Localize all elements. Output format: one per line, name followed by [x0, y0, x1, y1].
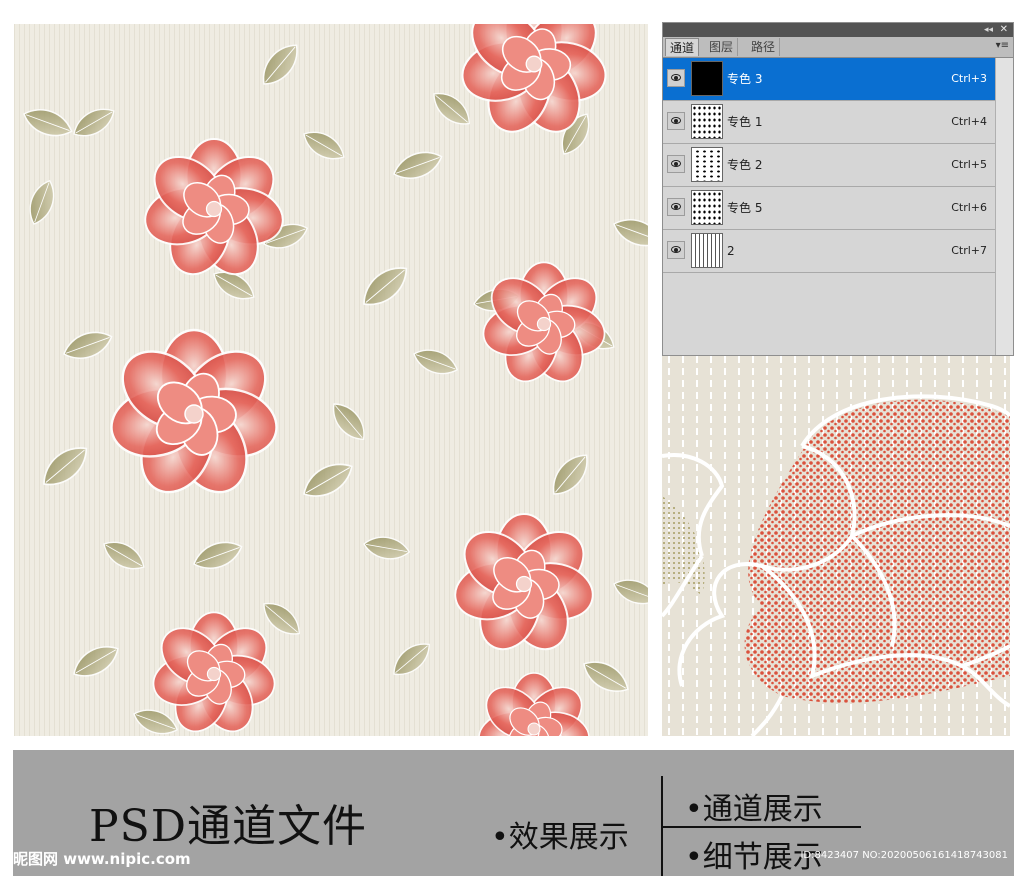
panel-tabs: 通道 图层 路径 ▾≡	[663, 37, 1013, 58]
channel-thumbnail	[691, 233, 723, 268]
floral-pattern-image	[14, 24, 648, 736]
pattern-preview	[14, 24, 648, 736]
channel-row[interactable]: 专色 1 Ctrl+4	[663, 101, 997, 144]
channel-thumbnail	[691, 104, 723, 139]
channel-name: 专色 3	[727, 72, 763, 86]
eye-icon[interactable]	[667, 198, 685, 216]
channel-label: •通道展示	[685, 792, 823, 827]
channel-row[interactable]: 专色 5 Ctrl+6	[663, 187, 997, 230]
effect-label: •效果展示	[491, 820, 629, 855]
channel-shortcut: Ctrl+7	[951, 244, 987, 257]
panel-titlebar: ◂◂ ✕	[663, 23, 1013, 37]
detail-zoom-view	[662, 356, 1010, 736]
channel-shortcut: Ctrl+5	[951, 158, 987, 171]
detail-zoom-image	[662, 356, 1010, 736]
channel-row[interactable]: 2 Ctrl+7	[663, 230, 997, 273]
watermark-id: ID:8423407 NO:20200506161418743081	[800, 850, 1008, 861]
eye-icon[interactable]	[667, 69, 685, 87]
channel-name: 专色 5	[727, 201, 763, 215]
eye-icon[interactable]	[667, 241, 685, 259]
channel-name: 2	[727, 244, 735, 258]
panel-menu-icon[interactable]: ▾≡	[996, 40, 1009, 51]
channel-thumbnail	[691, 61, 723, 96]
channel-name: 专色 1	[727, 115, 763, 129]
channel-name: 专色 2	[727, 158, 763, 172]
watermark-logo: 昵图网 www.nipic.com	[13, 850, 191, 868]
channel-shortcut: Ctrl+6	[951, 201, 987, 214]
tab-channels[interactable]: 通道	[665, 38, 700, 56]
channel-list: 专色 3 Ctrl+3 专色 1 Ctrl+4 专色 2 Ctrl+5 专色 5…	[663, 58, 997, 273]
eye-icon[interactable]	[667, 155, 685, 173]
channel-shortcut: Ctrl+4	[951, 115, 987, 128]
tab-layers[interactable]: 图层	[705, 38, 739, 56]
channels-panel[interactable]: ◂◂ ✕ 通道 图层 路径 ▾≡ 专色 3 Ctrl+3 专色 1 Ctrl+4…	[662, 22, 1014, 356]
channel-shortcut: Ctrl+3	[951, 72, 987, 85]
panel-scrollbar[interactable]	[995, 58, 1013, 355]
channel-row[interactable]: 专色 2 Ctrl+5	[663, 144, 997, 187]
collapse-icon[interactable]: ◂◂	[984, 23, 993, 37]
channel-thumbnail	[691, 190, 723, 225]
close-icon[interactable]: ✕	[1000, 23, 1008, 37]
channel-row[interactable]: 专色 3 Ctrl+3	[663, 58, 997, 101]
bottom-banner: PSD通道文件 •效果展示 •通道展示 •细节展示 昵图网 www.nipic.…	[13, 750, 1014, 876]
banner-title: PSD通道文件	[89, 801, 368, 852]
channel-thumbnail	[691, 147, 723, 182]
tab-paths[interactable]: 路径	[747, 38, 781, 56]
eye-icon[interactable]	[667, 112, 685, 130]
